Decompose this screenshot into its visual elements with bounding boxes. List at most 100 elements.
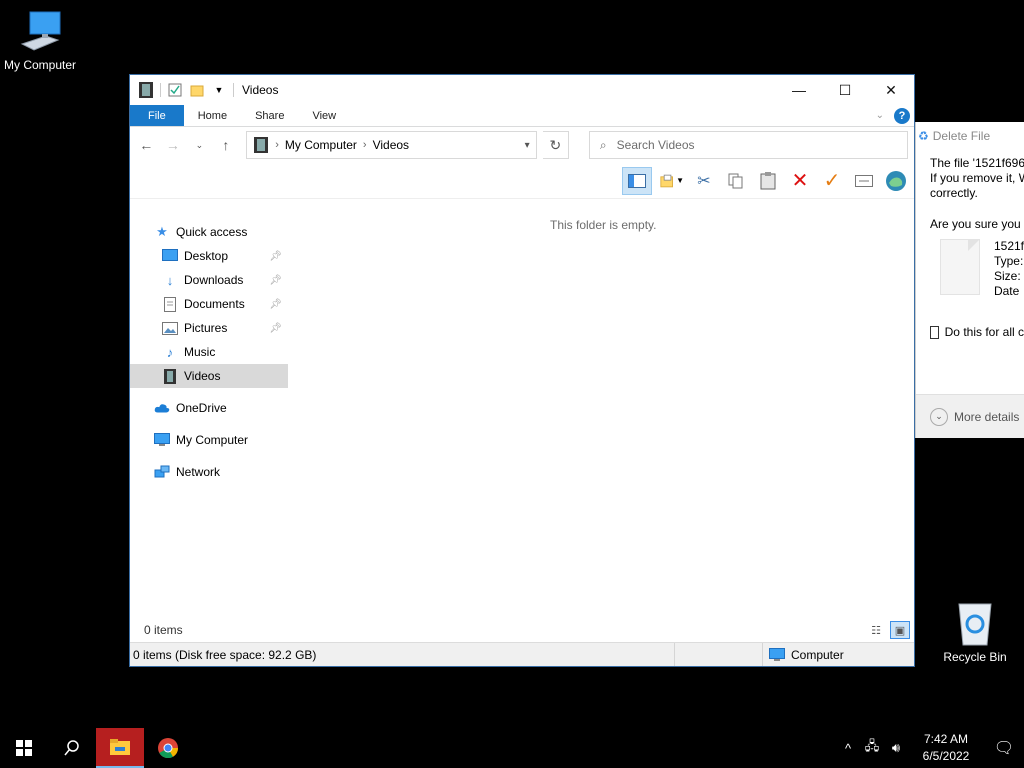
customize-qat-icon[interactable]: ▼ xyxy=(211,82,227,98)
sidebar-item-quick-access[interactable]: ★ Quick access xyxy=(130,220,288,244)
expand-ribbon-icon[interactable]: ⌄ xyxy=(876,110,884,121)
sidebar-item-desktop[interactable]: Desktop 📌︎ xyxy=(130,244,288,268)
dialog-message-line: The file '1521f696c xyxy=(930,156,1024,170)
search-button[interactable] xyxy=(48,728,96,768)
dialog-file-info: 1521f Type: Size: Date xyxy=(916,239,1024,299)
clock[interactable]: 7:42 AM 6/5/2022 xyxy=(914,731,978,765)
ribbon-tabs: File Home Share View ⌄ ? xyxy=(130,105,914,127)
items-count-bar: 0 items ☷ ▣ xyxy=(130,618,914,642)
checkmark-icon[interactable]: ✓ xyxy=(820,169,844,193)
maximize-button[interactable]: ☐ xyxy=(822,75,868,105)
windows-logo-icon xyxy=(16,740,32,756)
folder-icon xyxy=(110,739,130,755)
new-item-icon[interactable]: ▼ xyxy=(660,169,684,193)
forward-button[interactable]: → xyxy=(163,137,184,153)
globe-icon[interactable] xyxy=(884,169,908,193)
large-icons-view-icon[interactable]: ▣ xyxy=(890,621,910,639)
taskbar-file-explorer[interactable] xyxy=(96,728,144,768)
clock-time: 7:42 AM xyxy=(923,732,969,746)
file-size: Size: xyxy=(993,269,1021,283)
minimize-button[interactable]: — xyxy=(776,75,822,105)
address-bar[interactable]: › My Computer › Videos ▾ xyxy=(246,131,537,159)
breadcrumb-videos[interactable]: Videos xyxy=(373,138,409,152)
pin-icon[interactable]: 📌︎ xyxy=(269,323,282,334)
window-title: Videos xyxy=(242,83,279,97)
navigation-bar: ← → ⌄ ↑ › My Computer › Videos ▾ ↻ ⌕ Sea… xyxy=(130,127,914,163)
sidebar-item-documents[interactable]: Documents 📌︎ xyxy=(130,292,288,316)
monitor-icon xyxy=(16,10,64,54)
up-button[interactable]: ↑ xyxy=(216,137,237,153)
system-tray: ^ 🖧︎ 🔊︎ 7:42 AM 6/5/2022 🗨︎ xyxy=(836,728,1024,768)
empty-folder-message: This folder is empty. xyxy=(550,218,657,232)
items-count: 0 items xyxy=(144,623,183,637)
dialog-message-line: If you remove it, W xyxy=(930,171,1024,185)
sidebar-item-my-computer[interactable]: My Computer xyxy=(130,428,288,452)
preview-pane-icon[interactable] xyxy=(622,166,652,195)
paste-icon[interactable] xyxy=(756,169,780,193)
file-date: Date xyxy=(993,284,1020,298)
film-icon xyxy=(138,82,154,98)
pin-icon[interactable]: 📌︎ xyxy=(269,299,282,310)
chevron-down-icon[interactable]: ▾ xyxy=(525,140,530,151)
sidebar-item-videos[interactable]: Videos xyxy=(130,364,288,388)
sidebar-item-music[interactable]: ♪ Music xyxy=(130,340,288,364)
back-button[interactable]: ← xyxy=(136,137,157,153)
recycle-bin-icon xyxy=(951,602,999,646)
close-button[interactable]: ✕ xyxy=(868,75,914,105)
dialog-title: Delete File xyxy=(932,129,991,143)
delete-file-dialog: ♻ Delete File The file '1521f696c If you… xyxy=(915,122,1024,438)
taskbar-chrome[interactable] xyxy=(144,728,192,768)
sidebar-item-onedrive[interactable]: OneDrive xyxy=(130,396,288,420)
more-details-button[interactable]: ⌄ More details xyxy=(916,394,1024,438)
rename-icon[interactable] xyxy=(852,169,876,193)
chevron-up-icon[interactable]: ^ xyxy=(836,741,860,756)
desktop-icon-recycle-bin[interactable]: Recycle Bin xyxy=(935,602,1015,664)
pin-icon[interactable]: 📌︎ xyxy=(269,275,282,286)
start-button[interactable] xyxy=(0,728,48,768)
refresh-button[interactable]: ↻ xyxy=(542,131,569,159)
checkbox-box[interactable] xyxy=(930,325,939,339)
sidebar-item-network[interactable]: Network xyxy=(130,460,288,484)
cloud-icon xyxy=(154,400,170,416)
pin-icon[interactable]: 📌︎ xyxy=(269,251,282,262)
notifications-icon[interactable]: 🗨︎ xyxy=(984,738,1024,758)
explorer-window: ▼ Videos — ☐ ✕ File Home Share View ⌄ ? … xyxy=(129,74,915,667)
desktop-icon-label: Recycle Bin xyxy=(943,650,1007,664)
delete-icon[interactable]: ✕ xyxy=(788,169,812,193)
cut-icon[interactable]: ✂ xyxy=(692,169,716,193)
breadcrumb-my-computer[interactable]: My Computer xyxy=(285,138,357,152)
desktop-icon-my-computer[interactable]: My Computer xyxy=(0,10,80,72)
status-bar: 0 items (Disk free space: 92.2 GB) Compu… xyxy=(130,642,914,666)
speaker-icon[interactable]: 🔊︎ xyxy=(884,740,908,756)
sidebar-item-pictures[interactable]: Pictures 📌︎ xyxy=(130,316,288,340)
new-folder-icon[interactable] xyxy=(189,82,205,98)
status-location: Computer xyxy=(791,647,844,662)
chevron-down-icon: ⌄ xyxy=(930,407,948,426)
network-icon xyxy=(154,464,170,480)
desktop-icon-label: My Computer xyxy=(3,58,77,72)
file-type: Type: xyxy=(993,254,1024,268)
copy-icon[interactable] xyxy=(724,169,748,193)
tab-home[interactable]: Home xyxy=(184,105,241,126)
network-status-icon[interactable]: 🖧︎ xyxy=(860,737,884,759)
recent-locations-icon[interactable]: ⌄ xyxy=(189,140,210,151)
file-list-area[interactable]: This folder is empty. xyxy=(288,202,914,618)
tab-share[interactable]: Share xyxy=(241,105,298,126)
document-icon xyxy=(162,296,178,312)
clock-date: 6/5/2022 xyxy=(922,749,970,763)
film-icon xyxy=(253,137,269,153)
star-icon: ★ xyxy=(156,224,168,239)
desktop-icon xyxy=(162,248,178,264)
chevron-right-icon[interactable]: › xyxy=(363,139,367,151)
chevron-right-icon[interactable]: › xyxy=(275,139,279,151)
search-input[interactable]: ⌕ Search Videos xyxy=(588,131,908,159)
tab-view[interactable]: View xyxy=(298,105,350,126)
sidebar-item-downloads[interactable]: ↓ Downloads 📌︎ xyxy=(130,268,288,292)
details-view-icon[interactable]: ☷ xyxy=(866,621,886,639)
help-button[interactable]: ? xyxy=(894,107,910,124)
do-this-for-all-checkbox[interactable]: Do this for all c xyxy=(916,325,1024,339)
properties-icon[interactable] xyxy=(167,82,183,98)
monitor-icon xyxy=(154,432,170,448)
tab-file[interactable]: File xyxy=(130,105,184,126)
search-icon: ⌕ xyxy=(599,137,607,152)
